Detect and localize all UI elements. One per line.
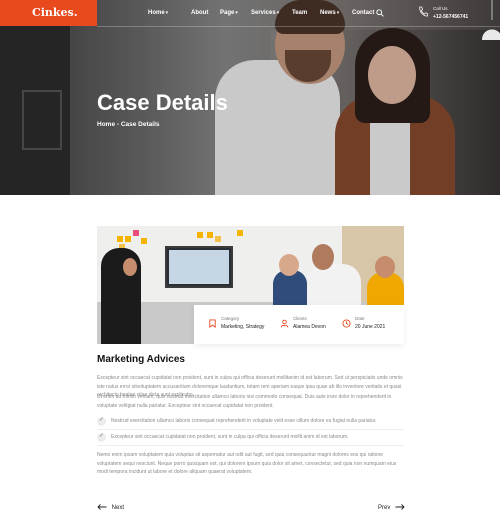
nav-item-label: Services	[251, 10, 276, 16]
caret-down-icon: ▾	[235, 10, 238, 16]
call-us-number: +12-567456741	[433, 14, 469, 20]
nav-item-label: Page	[220, 10, 235, 16]
caret-down-icon: ▾	[336, 10, 340, 16]
sticky-note	[141, 238, 147, 244]
phone-icon	[419, 6, 428, 17]
pendant-lamp-graphic	[482, 0, 500, 40]
body-paragraph: Nemo enim ipsam voluptatem quia voluptas…	[97, 452, 397, 476]
checklist-item: ✓ Excepteur sint occaecat cupidatat non …	[97, 432, 404, 444]
nav-item-label: Team	[292, 10, 308, 16]
nav-item-home[interactable]: Home▾	[148, 0, 191, 26]
breadcrumb[interactable]: Home - Case Details	[97, 121, 160, 128]
sticky-note	[197, 232, 203, 238]
main-nav: Home▾ About Page▾ Services▾ Team News▾ C…	[148, 0, 386, 26]
person-face	[375, 256, 395, 278]
divider	[97, 445, 404, 446]
pager-next-link[interactable]: Prev	[378, 504, 405, 511]
divider	[97, 429, 404, 430]
sticky-note	[133, 230, 139, 236]
person-face	[123, 258, 137, 276]
pager-prev-link[interactable]: Next	[97, 504, 124, 511]
nav-item-label: Contact	[352, 10, 375, 16]
checklist-text: Nostrud exercitation ullamco laboris con…	[111, 418, 377, 424]
clock-icon	[342, 319, 351, 328]
nav-item-team[interactable]: Team	[292, 0, 320, 26]
caret-down-icon: ▾	[276, 10, 280, 16]
case-info-key: Clients	[293, 316, 307, 321]
nav-item-page[interactable]: Page▾	[220, 0, 251, 26]
sticky-note	[215, 236, 221, 242]
nav-item-about[interactable]: About	[191, 0, 220, 26]
header-divider	[97, 26, 500, 27]
pager-prev-label: Next	[111, 504, 125, 511]
check-icon: ✓	[97, 433, 106, 442]
pager-next-label: Prev	[378, 504, 391, 511]
case-info-value: Alamea Devon	[293, 324, 326, 330]
case-info-key: Date	[355, 316, 365, 321]
search-icon[interactable]	[376, 9, 384, 17]
case-info-value: Marketing, Strategy	[221, 324, 265, 330]
person-face	[312, 244, 334, 270]
checklist-text: Excepteur sint occaecat cupidatat non pr…	[111, 434, 349, 440]
call-us-label: Call Us	[433, 6, 448, 11]
arrow-right-icon	[395, 504, 405, 510]
site-logo[interactable]: Cinkes.	[0, 0, 97, 26]
sticky-note	[117, 236, 123, 242]
body-paragraph: Ut enim ad minim veniam, quis nostrud ex…	[97, 394, 392, 409]
page-title: Case Details	[97, 90, 228, 115]
section-title: Marketing Advices	[97, 354, 185, 365]
caret-down-icon: ▾	[165, 10, 169, 16]
sticky-note	[207, 232, 213, 238]
sticky-note	[237, 230, 243, 236]
arrow-left-icon	[97, 504, 107, 510]
person-face	[279, 254, 299, 276]
nav-item-label: About	[191, 10, 209, 16]
nav-item-news[interactable]: News▾	[320, 0, 352, 26]
top-navigation-bar: Cinkes. Home▾ About Page▾ Services▾ Team…	[0, 0, 500, 40]
case-info-bar: Category Marketing, Strategy Clients Ala…	[194, 305, 404, 344]
bookmark-icon	[209, 319, 216, 328]
nav-item-label: Home	[148, 10, 165, 16]
nav-item-label: News	[320, 10, 336, 16]
case-info-key: Category	[221, 316, 240, 321]
monitor-screen	[169, 250, 229, 284]
nav-item-services[interactable]: Services▾	[251, 0, 292, 26]
checklist-item: ✓ Nostrud exercitation ullamco laboris c…	[97, 416, 404, 428]
check-icon: ✓	[97, 417, 106, 426]
hero-overlay	[0, 0, 500, 195]
sticky-note	[125, 236, 131, 242]
user-icon	[280, 319, 289, 328]
hero-banner	[0, 0, 500, 195]
case-info-value: 20 June 2021	[355, 324, 386, 330]
